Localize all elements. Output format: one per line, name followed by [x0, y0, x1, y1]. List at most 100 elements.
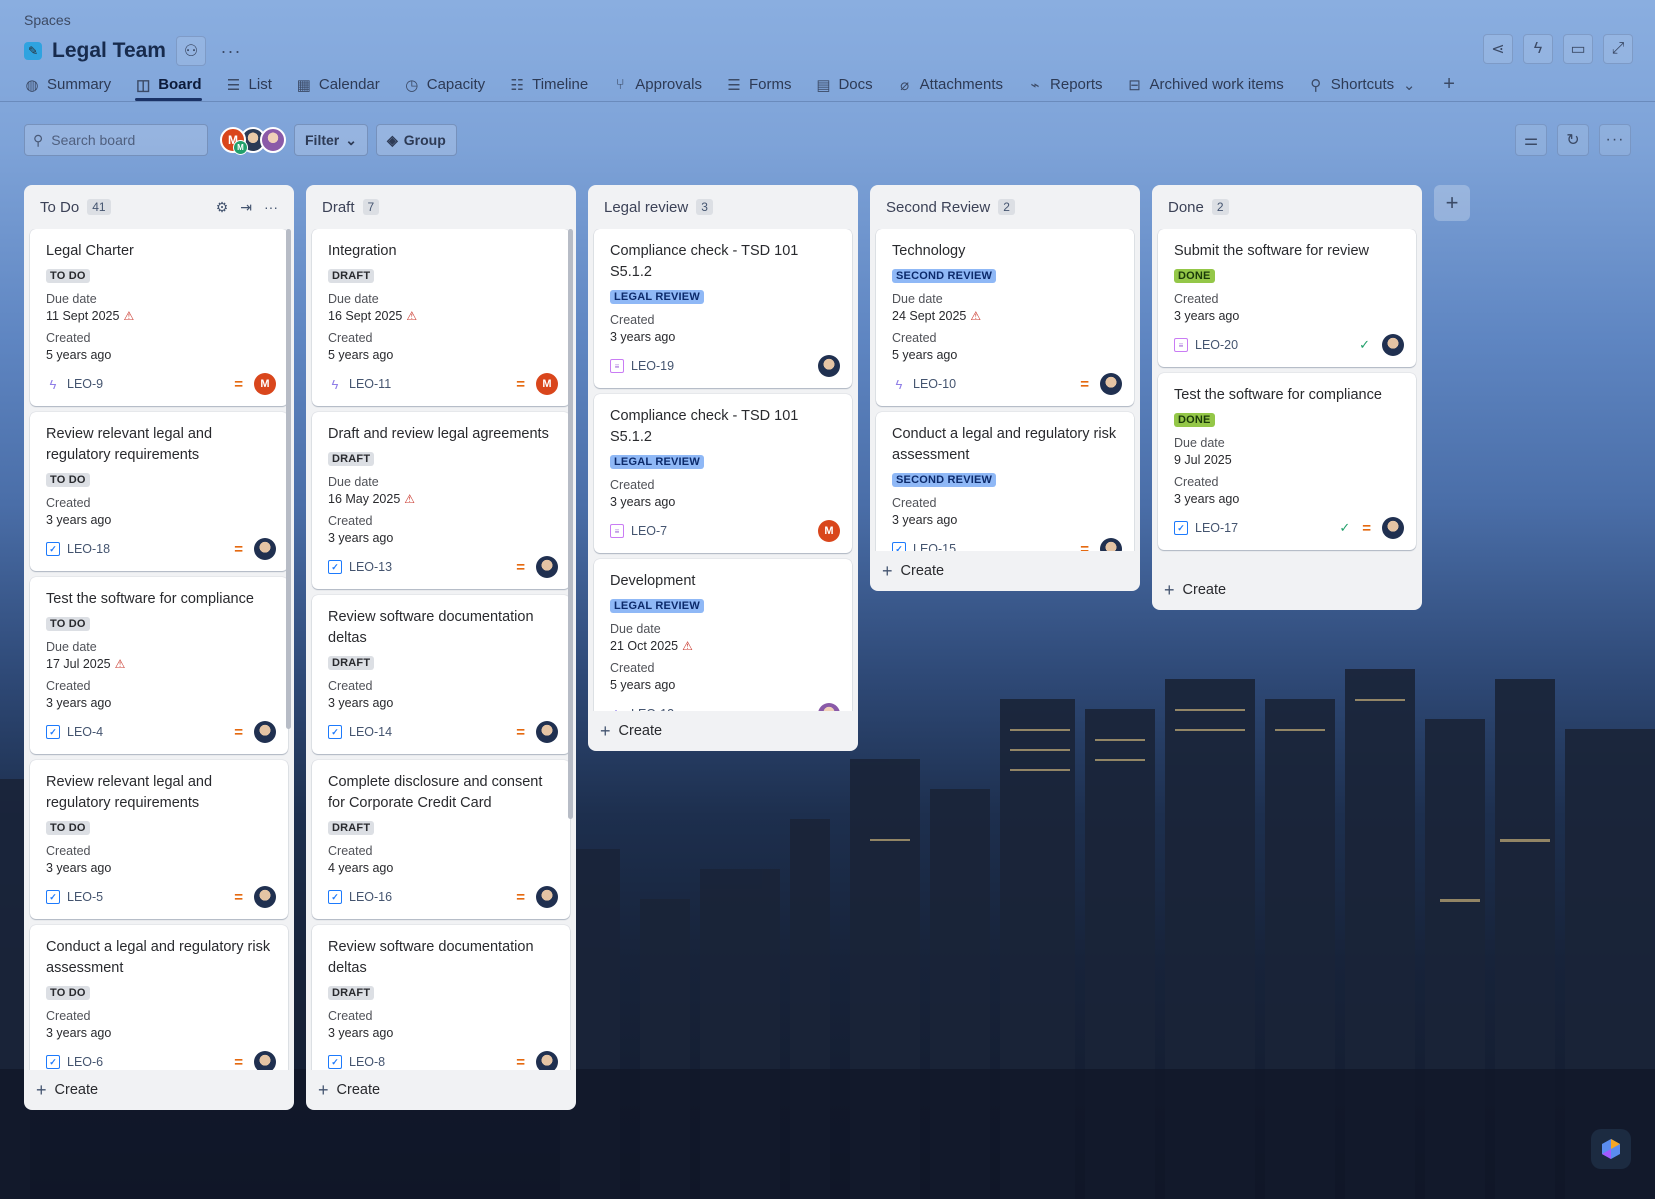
work-item-card[interactable]: Test the software for compliance DONE Due …: [1158, 373, 1416, 550]
more-actions-button[interactable]: ···: [216, 36, 246, 66]
work-item-card[interactable]: Draft and review legal agreements DRAFT Du…: [312, 412, 570, 589]
work-item-card[interactable]: Review relevant legal and regulatory req…: [30, 412, 288, 571]
assignee-avatar[interactable]: M: [536, 373, 558, 395]
assignee-avatar[interactable]: M: [254, 373, 276, 395]
column-scrollbar[interactable]: [568, 229, 573, 819]
assignee-avatar[interactable]: [254, 1051, 276, 1070]
work-item-card[interactable]: Technology SECOND REVIEW Due date 24 Sept 2…: [876, 229, 1134, 406]
tab-summary[interactable]: ◍ Summary: [24, 72, 111, 102]
issue-key[interactable]: ✓ LEO-5: [46, 890, 103, 904]
work-item-card[interactable]: Compliance check - TSD 101 S5.1.2 LEGAL R…: [594, 229, 852, 388]
automation-icon[interactable]: ϟ: [1523, 34, 1553, 64]
issue-key[interactable]: ✓ LEO-4: [46, 725, 103, 739]
issue-key[interactable]: ✓ LEO-16: [328, 890, 392, 904]
tab-capacity[interactable]: ◷ Capacity: [404, 72, 485, 102]
assignee-avatar[interactable]: [254, 538, 276, 560]
work-item-card[interactable]: Legal Charter TO DO Due date 11 Sept 2025 ⚠ C…: [30, 229, 288, 406]
refresh-icon[interactable]: ↻: [1557, 124, 1589, 156]
issue-key[interactable]: ≡ LEO-20: [1174, 338, 1238, 352]
create-button[interactable]: + Create: [1152, 570, 1422, 610]
automation-rule-icon[interactable]: ⚙: [216, 199, 229, 216]
work-item-card[interactable]: Submit the software for review DONE Create…: [1158, 229, 1416, 367]
more-icon[interactable]: ···: [1599, 124, 1631, 156]
assignee-avatar[interactable]: [536, 1051, 558, 1070]
column-header[interactable]: Done 2: [1152, 185, 1422, 229]
assignee-avatar[interactable]: [818, 355, 840, 377]
avatar[interactable]: [260, 127, 286, 153]
work-item-card[interactable]: Review relevant legal and regulatory req…: [30, 760, 288, 919]
column-header[interactable]: To Do 41 ⚙ ⇥ ···: [24, 185, 294, 229]
assignee-avatar[interactable]: [536, 721, 558, 743]
column-header[interactable]: Legal review 3: [588, 185, 858, 229]
fullscreen-icon[interactable]: ⤢: [1603, 34, 1633, 64]
issue-key[interactable]: ✓ LEO-6: [46, 1055, 103, 1069]
status-badge: TO DO: [46, 617, 90, 631]
tab-forms[interactable]: ☰ Forms: [726, 72, 791, 102]
issue-key[interactable]: ✓ LEO-17: [1174, 521, 1238, 535]
assignee-avatar[interactable]: [254, 886, 276, 908]
column-scrollbar[interactable]: [286, 229, 291, 729]
work-item-card[interactable]: Conduct a legal and regulatory risk asse…: [30, 925, 288, 1070]
work-item-card[interactable]: Integration DRAFT Due date 16 Sept 2025 ⚠ Cre…: [312, 229, 570, 406]
tab-timeline[interactable]: ☷ Timeline: [509, 72, 588, 102]
work-item-card[interactable]: Review software documentation deltas DRAF…: [312, 925, 570, 1070]
team-members-button[interactable]: ⚇: [175, 36, 206, 66]
work-item-card[interactable]: Review software documentation deltas DRAF…: [312, 595, 570, 754]
tab-archived[interactable]: ⊟ Archived work items: [1127, 72, 1284, 102]
issue-key[interactable]: ϟ LEO-12: [610, 707, 675, 712]
issue-key[interactable]: ✓ LEO-15: [892, 542, 956, 551]
share-icon[interactable]: ⋖: [1483, 34, 1513, 64]
tab-docs[interactable]: ▤ Docs: [815, 72, 872, 102]
assignee-avatar[interactable]: [818, 703, 840, 711]
work-item-card[interactable]: Conduct a legal and regulatory risk asse…: [876, 412, 1134, 551]
feedback-icon[interactable]: ▭: [1563, 34, 1593, 64]
issue-key[interactable]: ϟ LEO-11: [328, 377, 392, 392]
work-item-card[interactable]: Complete disclosure and consent for Corp…: [312, 760, 570, 919]
assignee-avatar[interactable]: [1382, 334, 1404, 356]
issue-key[interactable]: ✓ LEO-13: [328, 560, 392, 574]
tab-board[interactable]: ◫ Board: [135, 72, 202, 102]
create-button[interactable]: + Create: [588, 711, 858, 751]
collapse-icon[interactable]: ⇥: [240, 199, 252, 216]
tab-list[interactable]: ☰ List: [226, 72, 272, 102]
issue-key[interactable]: ≡ LEO-19: [610, 359, 674, 373]
create-button[interactable]: + Create: [306, 1070, 576, 1110]
more-icon[interactable]: ···: [264, 199, 278, 216]
add-tab-button[interactable]: +: [1441, 72, 1457, 102]
work-item-card[interactable]: Test the software for compliance TO DO Due…: [30, 577, 288, 754]
create-button[interactable]: + Create: [24, 1070, 294, 1110]
assignee-avatar[interactable]: [1100, 373, 1122, 395]
assignee-avatar[interactable]: [536, 556, 558, 578]
issue-key[interactable]: ✓ LEO-14: [328, 725, 392, 739]
create-button[interactable]: + Create: [870, 551, 1140, 591]
tab-approvals[interactable]: ⑂ Approvals: [612, 72, 702, 102]
search-input[interactable]: [51, 132, 192, 148]
tab-attachments[interactable]: ⌀ Attachments: [897, 72, 1003, 102]
tab-label: Calendar: [318, 76, 380, 93]
assignee-avatar[interactable]: M: [818, 520, 840, 542]
tab-calendar[interactable]: ▦ Calendar: [296, 72, 380, 102]
issue-key[interactable]: ✓ LEO-18: [46, 542, 110, 556]
tab-shortcuts[interactable]: ⚲ Shortcuts ⌄: [1308, 72, 1417, 102]
work-item-card[interactable]: Development LEGAL REVIEW Due date 21 Oct 20…: [594, 559, 852, 711]
view-settings-icon[interactable]: ⚌: [1515, 124, 1547, 156]
assignee-avatar[interactable]: [1100, 538, 1122, 551]
assignee-avatar[interactable]: [536, 886, 558, 908]
issue-key[interactable]: ϟ LEO-10: [892, 377, 957, 392]
filter-button[interactable]: Filter ⌄: [294, 124, 368, 156]
assignee-avatar[interactable]: [1382, 517, 1404, 539]
column-header[interactable]: Second Review 2: [870, 185, 1140, 229]
group-button[interactable]: ◈ Group: [375, 124, 457, 156]
issue-key[interactable]: ϟ LEO-9: [46, 377, 104, 392]
column-header[interactable]: Draft 7: [306, 185, 576, 229]
created-label: Created: [46, 679, 91, 693]
assignee-avatar[interactable]: [254, 721, 276, 743]
tab-reports[interactable]: ⌁ Reports: [1027, 72, 1103, 102]
assistant-icon[interactable]: [1591, 1129, 1631, 1169]
issue-key[interactable]: ✓ LEO-8: [328, 1055, 385, 1069]
avatar[interactable]: M: [220, 127, 248, 155]
work-item-card[interactable]: Compliance check - TSD 101 S5.1.2 LEGAL R…: [594, 394, 852, 553]
issue-key[interactable]: ≡ LEO-7: [610, 524, 667, 538]
breadcrumb[interactable]: Spaces: [24, 12, 71, 28]
add-column-button[interactable]: +: [1434, 185, 1470, 221]
